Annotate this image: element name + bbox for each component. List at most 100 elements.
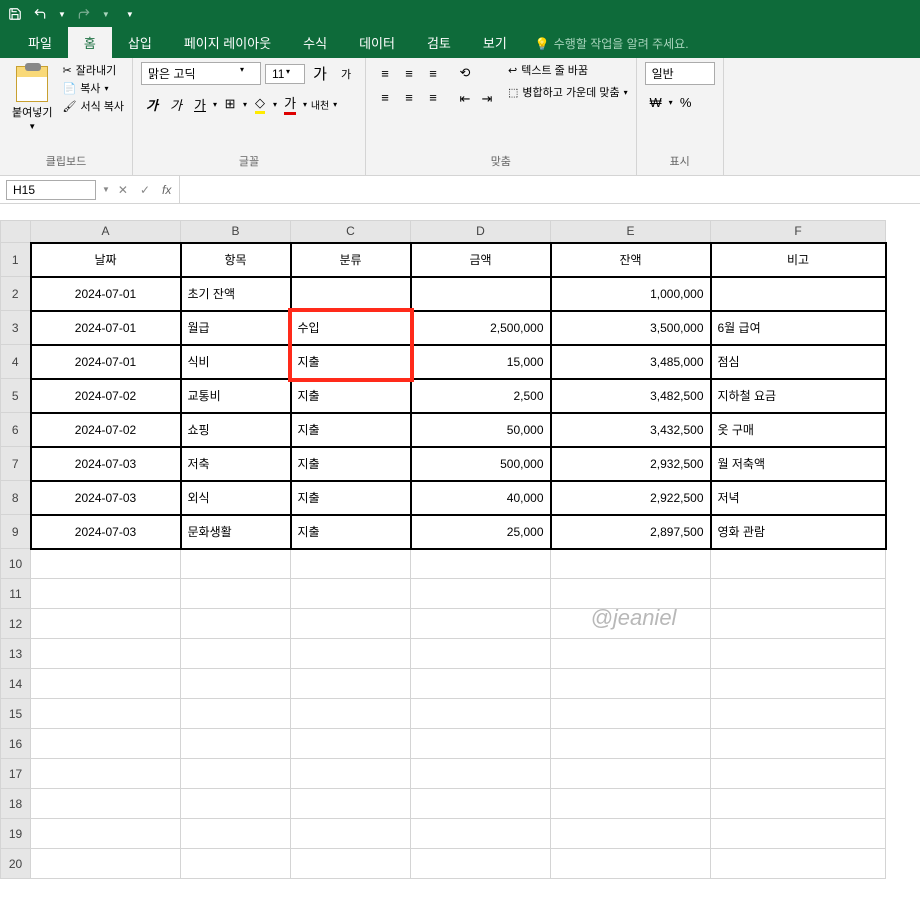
- cell-A2[interactable]: 2024-07-01: [31, 277, 181, 311]
- cell-E15[interactable]: [551, 699, 711, 729]
- cell-A15[interactable]: [31, 699, 181, 729]
- cell-B2[interactable]: 초기 잔액: [181, 277, 291, 311]
- cell-B15[interactable]: [181, 699, 291, 729]
- column-header-D[interactable]: D: [411, 221, 551, 243]
- cell-E6[interactable]: 3,432,500: [551, 413, 711, 447]
- align-bottom-button[interactable]: ≡: [422, 62, 444, 84]
- row-header-3[interactable]: 3: [1, 311, 31, 345]
- cell-B12[interactable]: [181, 609, 291, 639]
- cell-F5[interactable]: 지하철 요금: [711, 379, 886, 413]
- row-header-20[interactable]: 20: [1, 849, 31, 879]
- cell-A3[interactable]: 2024-07-01: [31, 311, 181, 345]
- enter-formula-icon[interactable]: ✓: [140, 183, 150, 197]
- cell-D15[interactable]: [411, 699, 551, 729]
- cell-E1[interactable]: 잔액: [551, 243, 711, 277]
- cell-B14[interactable]: [181, 669, 291, 699]
- cell-A20[interactable]: [31, 849, 181, 879]
- undo-icon[interactable]: [32, 7, 48, 21]
- cancel-formula-icon[interactable]: ✕: [118, 183, 128, 197]
- cell-A8[interactable]: 2024-07-03: [31, 481, 181, 515]
- cell-D4[interactable]: 15,000: [411, 345, 551, 379]
- cell-F13[interactable]: [711, 639, 886, 669]
- row-header-10[interactable]: 10: [1, 549, 31, 579]
- row-header-4[interactable]: 4: [1, 345, 31, 379]
- tab-review[interactable]: 검토: [411, 27, 467, 58]
- row-header-15[interactable]: 15: [1, 699, 31, 729]
- row-header-19[interactable]: 19: [1, 819, 31, 849]
- cell-E13[interactable]: [551, 639, 711, 669]
- cell-A6[interactable]: 2024-07-02: [31, 413, 181, 447]
- cell-E20[interactable]: [551, 849, 711, 879]
- border-button[interactable]: ⊞: [219, 93, 241, 115]
- cell-E18[interactable]: [551, 789, 711, 819]
- row-header-8[interactable]: 8: [1, 481, 31, 515]
- cell-E10[interactable]: [551, 549, 711, 579]
- cell-C14[interactable]: [291, 669, 411, 699]
- cell-D1[interactable]: 금액: [411, 243, 551, 277]
- cell-C2[interactable]: [291, 277, 411, 311]
- number-format-select[interactable]: 일반: [645, 62, 715, 85]
- row-header-2[interactable]: 2: [1, 277, 31, 311]
- cell-B20[interactable]: [181, 849, 291, 879]
- cell-B6[interactable]: 쇼핑: [181, 413, 291, 447]
- cell-C7[interactable]: 지출: [291, 447, 411, 481]
- cell-B18[interactable]: [181, 789, 291, 819]
- cell-E16[interactable]: [551, 729, 711, 759]
- align-left-button[interactable]: ≡: [374, 86, 396, 108]
- spreadsheet-grid[interactable]: ABCDEF1날짜항목분류금액잔액비고22024-07-01초기 잔액1,000…: [0, 220, 920, 920]
- decrease-font-button[interactable]: 가: [335, 63, 357, 85]
- orientation-button[interactable]: ⟲: [454, 62, 476, 84]
- cell-E19[interactable]: [551, 819, 711, 849]
- cell-B19[interactable]: [181, 819, 291, 849]
- cell-E5[interactable]: 3,482,500: [551, 379, 711, 413]
- cell-F19[interactable]: [711, 819, 886, 849]
- cell-F8[interactable]: 저녁: [711, 481, 886, 515]
- cell-B17[interactable]: [181, 759, 291, 789]
- row-header-12[interactable]: 12: [1, 609, 31, 639]
- cell-C8[interactable]: 지출: [291, 481, 411, 515]
- undo-dropdown-icon[interactable]: ▼: [58, 10, 66, 19]
- cell-F10[interactable]: [711, 549, 886, 579]
- merge-center-button[interactable]: ⬚병합하고 가운데 맞춤▾: [508, 84, 628, 100]
- cell-C4[interactable]: 지출: [291, 345, 411, 379]
- cell-B4[interactable]: 식비: [181, 345, 291, 379]
- cell-B3[interactable]: 월급: [181, 311, 291, 345]
- row-header-16[interactable]: 16: [1, 729, 31, 759]
- cell-F20[interactable]: [711, 849, 886, 879]
- cell-C18[interactable]: [291, 789, 411, 819]
- wrap-text-button[interactable]: ↩텍스트 줄 바꿈: [508, 62, 628, 78]
- tab-file[interactable]: 파일: [12, 27, 68, 58]
- column-header-F[interactable]: F: [711, 221, 886, 243]
- cell-C10[interactable]: [291, 549, 411, 579]
- cell-D12[interactable]: [411, 609, 551, 639]
- align-right-button[interactable]: ≡: [422, 86, 444, 108]
- select-all-corner[interactable]: [1, 221, 31, 243]
- cell-C11[interactable]: [291, 579, 411, 609]
- cell-F15[interactable]: [711, 699, 886, 729]
- tab-view[interactable]: 보기: [467, 27, 523, 58]
- paste-dropdown-icon[interactable]: ▼: [28, 122, 36, 131]
- cell-D13[interactable]: [411, 639, 551, 669]
- cell-D19[interactable]: [411, 819, 551, 849]
- cell-B13[interactable]: [181, 639, 291, 669]
- paste-button[interactable]: 붙여넣기 ▼: [8, 62, 56, 151]
- cell-E17[interactable]: [551, 759, 711, 789]
- cell-A10[interactable]: [31, 549, 181, 579]
- align-middle-button[interactable]: ≡: [398, 62, 420, 84]
- cell-D8[interactable]: 40,000: [411, 481, 551, 515]
- tab-data[interactable]: 데이터: [343, 27, 411, 58]
- save-icon[interactable]: [8, 7, 22, 21]
- cell-C1[interactable]: 분류: [291, 243, 411, 277]
- cell-A14[interactable]: [31, 669, 181, 699]
- cell-F1[interactable]: 비고: [711, 243, 886, 277]
- qat-customize-icon[interactable]: ▼: [126, 10, 134, 19]
- column-header-E[interactable]: E: [551, 221, 711, 243]
- name-box[interactable]: [6, 180, 96, 200]
- cell-C17[interactable]: [291, 759, 411, 789]
- cell-A16[interactable]: [31, 729, 181, 759]
- cell-D6[interactable]: 50,000: [411, 413, 551, 447]
- cell-D17[interactable]: [411, 759, 551, 789]
- tab-layout[interactable]: 페이지 레이아웃: [168, 27, 287, 58]
- row-header-6[interactable]: 6: [1, 413, 31, 447]
- formula-bar[interactable]: [179, 176, 920, 203]
